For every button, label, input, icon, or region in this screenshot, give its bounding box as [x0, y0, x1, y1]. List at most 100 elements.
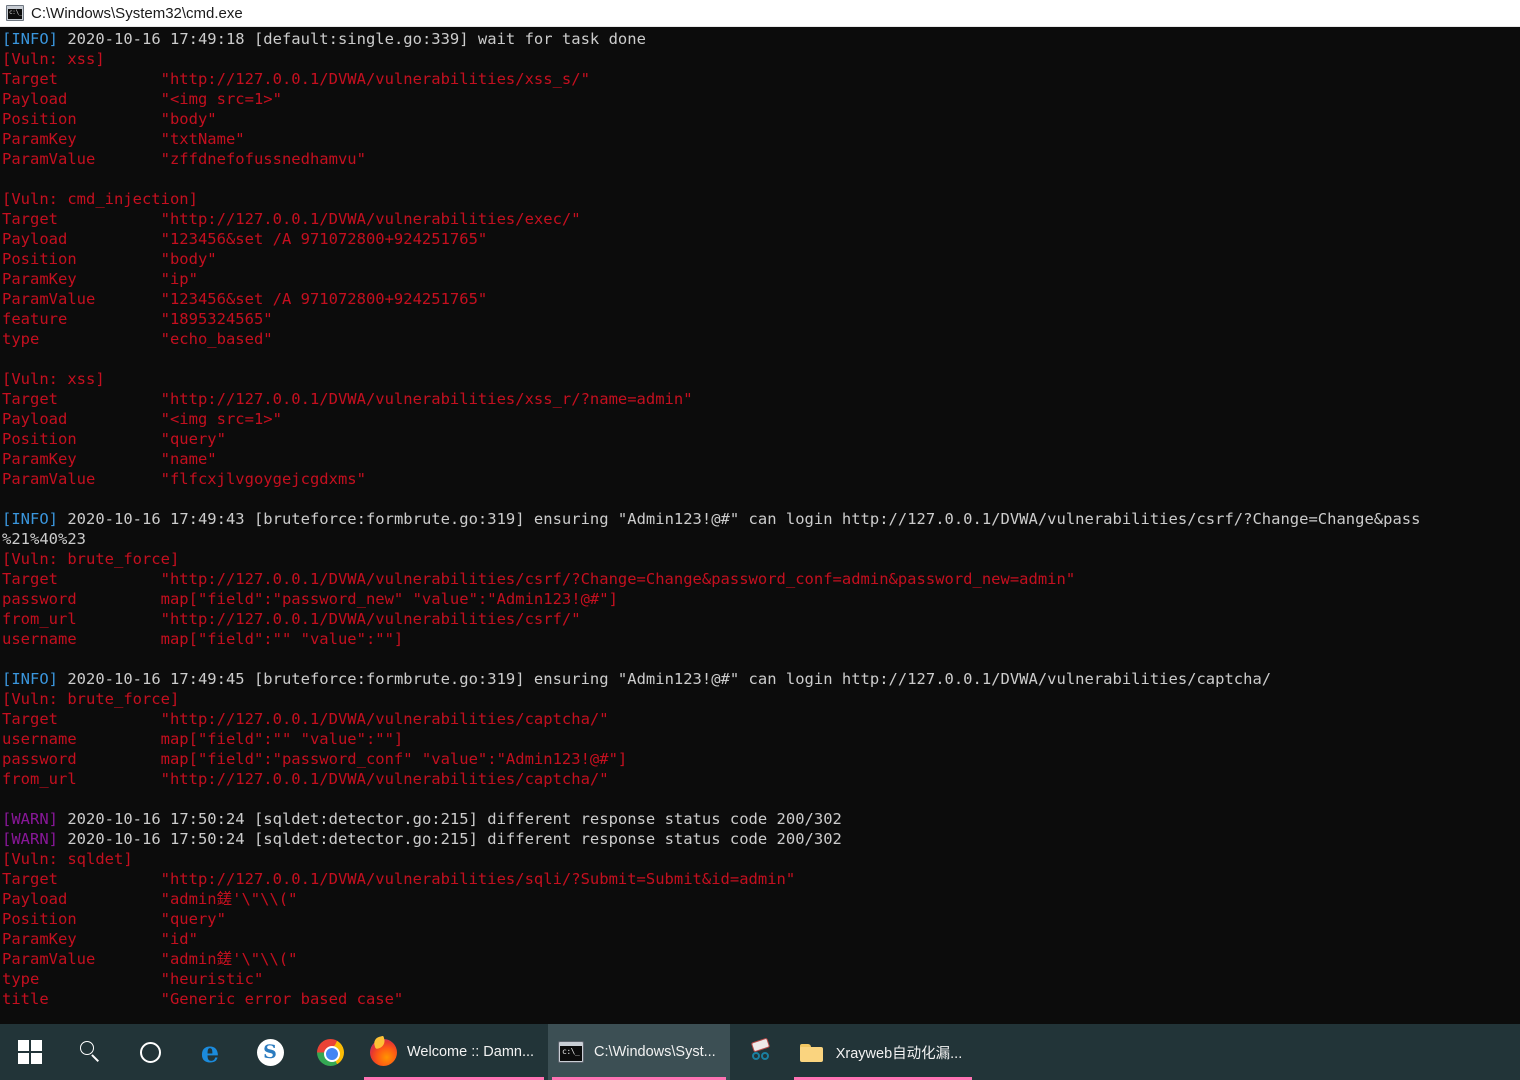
vuln-line-text: [Vuln: brute_force]	[2, 550, 180, 568]
console-line: Position "query"	[2, 909, 1520, 929]
taskbar-item-cortana[interactable]	[120, 1024, 180, 1080]
vuln-line-text: ParamKey "txtName"	[2, 130, 245, 148]
vuln-line-text: from_url "http://127.0.0.1/DVWA/vulnerab…	[2, 770, 609, 788]
console-line: [Vuln: brute_force]	[2, 549, 1520, 569]
vuln-line-text: ParamKey "ip"	[2, 270, 198, 288]
desktop-root: C:\Windows\System32\cmd.exe [INFO] 2020-…	[0, 0, 1520, 1080]
log-level-tag: [WARN]	[2, 830, 58, 848]
taskbar-item-chrome[interactable]	[300, 1024, 360, 1080]
log-message: 2020-10-16 17:49:43 [bruteforce:formbrut…	[58, 510, 1421, 528]
console-line: Target "http://127.0.0.1/DVWA/vulnerabil…	[2, 709, 1520, 729]
console-line: Target "http://127.0.0.1/DVWA/vulnerabil…	[2, 209, 1520, 229]
vuln-line-text: [Vuln: xss]	[2, 370, 105, 388]
cmd-icon	[6, 5, 24, 21]
console-line: from_url "http://127.0.0.1/DVWA/vulnerab…	[2, 609, 1520, 629]
console-output[interactable]: [INFO] 2020-10-16 17:49:18 [default:sing…	[0, 27, 1520, 1024]
console-line: Payload "<img src=1>"	[2, 409, 1520, 429]
scissors-icon	[746, 1037, 774, 1065]
cortana-ring-icon	[139, 1041, 161, 1063]
console-line: username map["field":"" "value":""]	[2, 729, 1520, 749]
vuln-line-text: ParamValue "admin鎈'\"\\("	[2, 950, 298, 968]
taskbar-item-label: Xrayweb自动化漏...	[835, 1045, 963, 1062]
vuln-line-text: [Vuln: xss]	[2, 50, 105, 68]
console-line: Payload "admin鎈'\"\\("	[2, 889, 1520, 909]
vuln-line-text: ParamValue "flfcxjlvgoygejcgdxms"	[2, 470, 366, 488]
console-line: [INFO] 2020-10-16 17:49:43 [bruteforce:f…	[2, 509, 1520, 529]
vuln-line-text: Target "http://127.0.0.1/DVWA/vulnerabil…	[2, 870, 796, 888]
console-line: [Vuln: xss]	[2, 49, 1520, 69]
vuln-line-text: Target "http://127.0.0.1/DVWA/vulnerabil…	[2, 210, 581, 228]
log-level-tag: [INFO]	[2, 30, 58, 48]
vuln-line-text: [Vuln: sqldet]	[2, 850, 133, 868]
console-line: %21%40%23	[2, 529, 1520, 549]
console-line: password map["field":"password_conf" "va…	[2, 749, 1520, 769]
vuln-line-text: ParamValue "zffdnefofussnedhamvu"	[2, 150, 366, 168]
vuln-line-text: from_url "http://127.0.0.1/DVWA/vulnerab…	[2, 610, 581, 628]
console-line: Payload "<img src=1>"	[2, 89, 1520, 109]
taskbar-item-edge[interactable]: e	[180, 1024, 240, 1080]
vuln-line-text: Payload "admin鎈'\"\\("	[2, 890, 298, 908]
console-line: ParamValue "zffdnefofussnedhamvu"	[2, 149, 1520, 169]
console-line: [Vuln: xss]	[2, 369, 1520, 389]
vuln-line-text: Payload "<img src=1>"	[2, 90, 282, 108]
console-line: [Vuln: sqldet]	[2, 849, 1520, 869]
console-line: [INFO] 2020-10-16 17:49:18 [default:sing…	[2, 29, 1520, 49]
log-message: 2020-10-16 17:50:24 [sqldet:detector.go:…	[58, 830, 842, 848]
console-line: from_url "http://127.0.0.1/DVWA/vulnerab…	[2, 769, 1520, 789]
taskbar-item-explorer[interactable]: Xrayweb自动化漏...	[790, 1024, 977, 1080]
vuln-line-text: password map["field":"password_conf" "va…	[2, 750, 628, 768]
console-line: password map["field":"password_new" "val…	[2, 589, 1520, 609]
taskbar-item-cmd[interactable]: C:\Windows\Syst...	[548, 1024, 730, 1080]
folder-icon	[799, 1042, 826, 1063]
taskbar-item-firefox[interactable]: Welcome :: Damn...	[360, 1024, 548, 1080]
window-titlebar[interactable]: C:\Windows\System32\cmd.exe	[0, 0, 1520, 27]
taskbar-item-sogou[interactable]: S	[240, 1024, 300, 1080]
vuln-line-text: ParamKey "name"	[2, 450, 217, 468]
cmd-icon	[558, 1041, 585, 1063]
vuln-line-text: type "echo_based"	[2, 330, 273, 348]
search-icon	[77, 1039, 103, 1065]
console-line: Target "http://127.0.0.1/DVWA/vulnerabil…	[2, 389, 1520, 409]
log-level-tag: [INFO]	[2, 670, 58, 688]
console-line: [WARN] 2020-10-16 17:50:24 [sqldet:detec…	[2, 809, 1520, 829]
log-level-tag: [WARN]	[2, 810, 58, 828]
vuln-line-text: Position "body"	[2, 110, 217, 128]
vuln-line-text: Position "query"	[2, 430, 226, 448]
taskbar-item-search[interactable]	[60, 1024, 120, 1080]
vuln-line-text: [Vuln: cmd_injection]	[2, 190, 198, 208]
console-line: ParamValue "flfcxjlvgoygejcgdxms"	[2, 469, 1520, 489]
vuln-line-text: ParamKey "id"	[2, 930, 198, 948]
edge-icon: e	[200, 1035, 220, 1069]
console-line: ParamKey "txtName"	[2, 129, 1520, 149]
console-line: title "Generic error based case"	[2, 989, 1520, 1009]
console-line: [WARN] 2020-10-16 17:50:24 [sqldet:detec…	[2, 829, 1520, 849]
log-message: 2020-10-16 17:49:18 [default:single.go:3…	[58, 30, 646, 48]
console-line: username map["field":"" "value":""]	[2, 629, 1520, 649]
chrome-icon	[316, 1038, 344, 1066]
taskbar-item-snippingtool[interactable]	[730, 1024, 790, 1080]
vuln-line-text: Position "body"	[2, 250, 217, 268]
vuln-line-text: Target "http://127.0.0.1/DVWA/vulnerabil…	[2, 570, 1076, 588]
taskbar-item-start[interactable]	[0, 1024, 60, 1080]
log-level-tag: [INFO]	[2, 510, 58, 528]
console-line: ParamKey "id"	[2, 929, 1520, 949]
console-line: ParamKey "name"	[2, 449, 1520, 469]
console-line: Target "http://127.0.0.1/DVWA/vulnerabil…	[2, 69, 1520, 89]
sogou-icon: S	[256, 1038, 284, 1066]
console-line: ParamValue "123456&set /A 971072800+9242…	[2, 289, 1520, 309]
console-line: Position "body"	[2, 109, 1520, 129]
vuln-line-text: title "Generic error based case"	[2, 990, 404, 1008]
console-line: type "heuristic"	[2, 969, 1520, 989]
log-message: %21%40%23	[2, 530, 86, 548]
vuln-line-text: Target "http://127.0.0.1/DVWA/vulnerabil…	[2, 710, 609, 728]
log-message: 2020-10-16 17:50:24 [sqldet:detector.go:…	[58, 810, 842, 828]
console-line: Target "http://127.0.0.1/DVWA/vulnerabil…	[2, 569, 1520, 589]
taskbar-item-label: C:\Windows\Syst...	[594, 1044, 716, 1060]
vuln-line-text: [Vuln: brute_force]	[2, 690, 180, 708]
console-line: [Vuln: cmd_injection]	[2, 189, 1520, 209]
vuln-line-text: Position "query"	[2, 910, 226, 928]
console-line: [INFO] 2020-10-16 17:49:45 [bruteforce:f…	[2, 669, 1520, 689]
